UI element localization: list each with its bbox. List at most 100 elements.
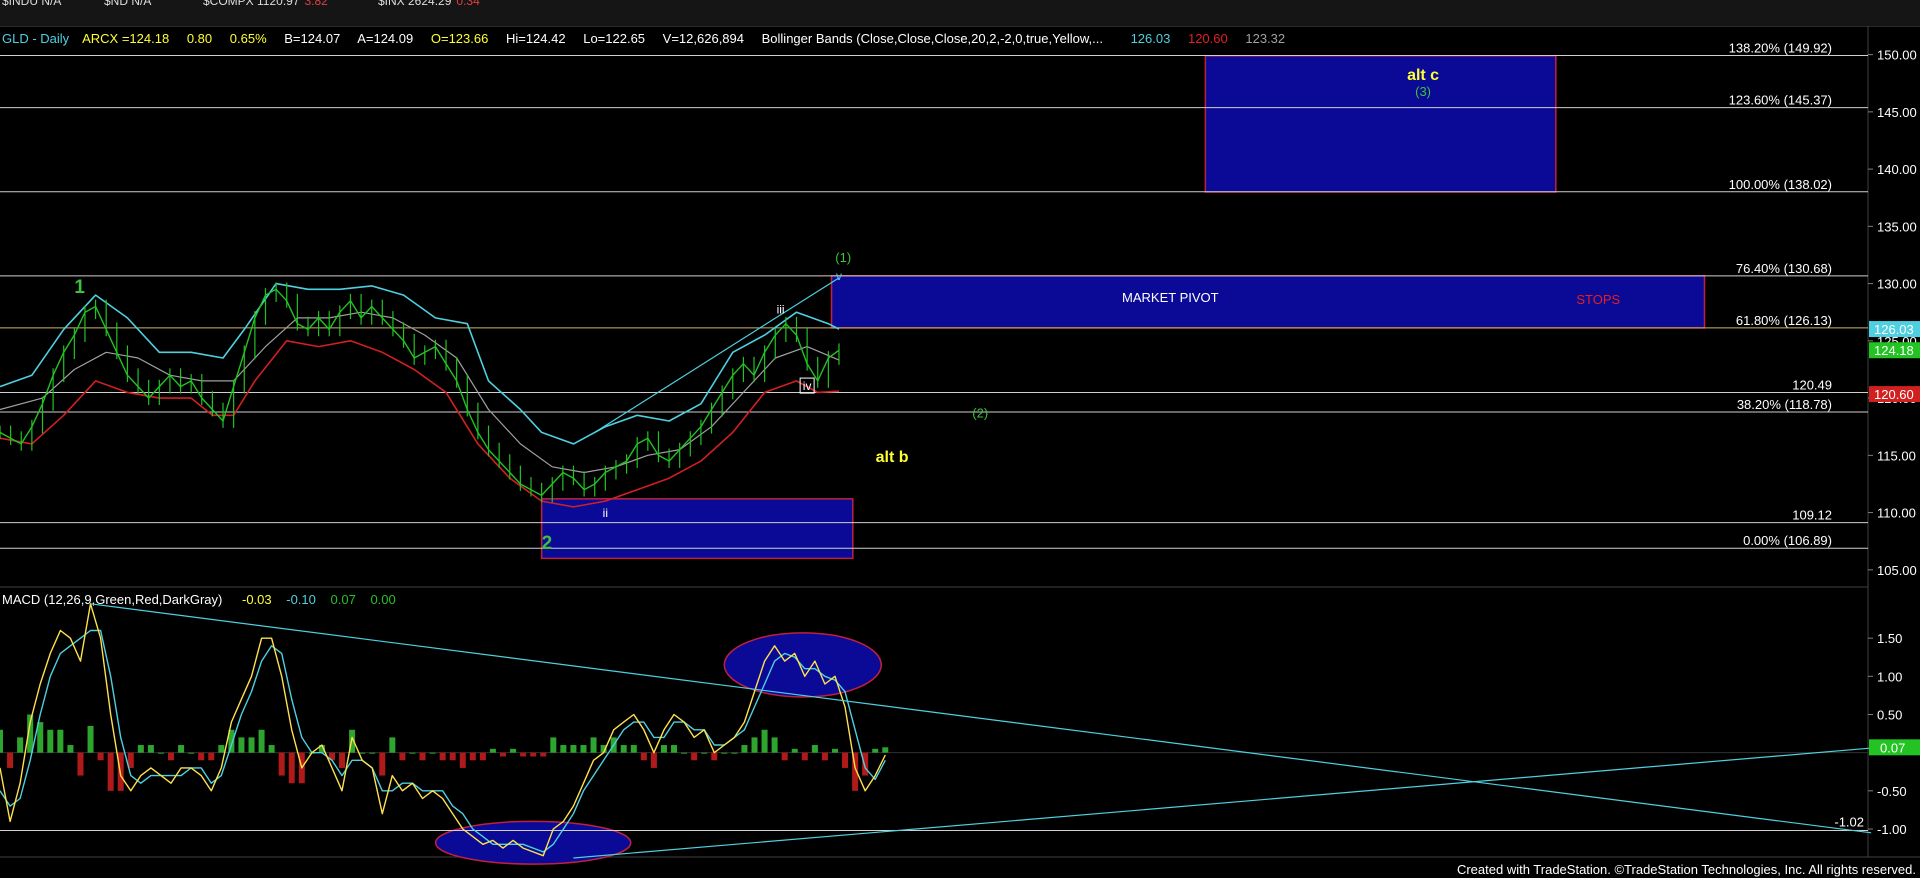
macd-histogram-bar <box>711 752 718 761</box>
wave-label: alt b <box>876 449 909 466</box>
macd-histogram-bar <box>550 737 557 753</box>
y-tick-label: 140.00 <box>1877 162 1917 177</box>
macd-level-label: -1.02 <box>1834 815 1864 830</box>
macd-histogram-bar <box>741 745 748 753</box>
fib-label: 138.20% (149.92) <box>1729 41 1832 56</box>
y-tick-label: 135.00 <box>1877 219 1917 234</box>
fib-label: 100.00% (138.02) <box>1729 177 1832 192</box>
macd-histogram-bar <box>288 752 295 784</box>
wave-label: iii <box>777 302 785 316</box>
macd-histogram-bar <box>660 745 667 753</box>
macd-histogram-bar <box>469 752 476 761</box>
macd-histogram-bar <box>369 752 376 754</box>
macd-trendline <box>573 747 1872 859</box>
macd-badge-label: 0.07 <box>1880 740 1905 755</box>
macd-histogram-bar <box>540 752 547 757</box>
wave-label: MARKET PIVOT <box>1122 290 1219 305</box>
fib-label: 38.20% (118.78) <box>1737 397 1832 412</box>
macd-histogram-bar <box>721 752 728 754</box>
wave-label: 1 <box>74 277 85 298</box>
price-chart[interactable]: 138.20% (149.92) 123.60% (145.37) 100.00% … <box>0 0 1920 878</box>
y-tick-label: 150.00 <box>1877 48 1917 63</box>
fib-label: 0.00% (106.89) <box>1743 533 1832 548</box>
macd-histogram-bar <box>439 752 446 761</box>
macd-histogram-bar <box>821 752 828 761</box>
macd-y-tick-label: 0.50 <box>1877 707 1902 722</box>
macd-histogram-bar <box>459 752 466 768</box>
macd-histogram-bar <box>640 752 647 761</box>
macd-histogram-bar <box>510 748 517 753</box>
macd-histogram-bar <box>590 737 597 753</box>
macd-top-ellipse <box>723 632 883 698</box>
macd-histogram-bar <box>530 752 537 757</box>
macd-histogram-bar <box>419 752 426 761</box>
macd-histogram-bar <box>47 729 54 753</box>
macd-histogram-bar <box>781 752 788 761</box>
fib-label: 120.49 <box>1792 377 1832 392</box>
macd-histogram-bar <box>389 737 396 753</box>
macd-histogram-bar <box>218 745 225 753</box>
macd-histogram-bar <box>791 748 798 753</box>
wave-label: iv <box>803 379 812 393</box>
macd-histogram-bar <box>630 745 637 753</box>
price-badge-label: 124.18 <box>1874 343 1914 358</box>
macd-histogram-bar <box>379 752 386 776</box>
bb-upper-band <box>0 282 840 445</box>
macd-histogram-bar <box>862 752 869 776</box>
price-badge-label: 126.03 <box>1874 322 1914 337</box>
wave-label: (1) <box>835 250 851 265</box>
macd-histogram-bar <box>339 752 346 768</box>
macd-histogram-bar <box>801 752 808 761</box>
macd-histogram-bar <box>278 752 285 776</box>
macd-histogram-bar <box>57 729 64 753</box>
wave-label: v <box>836 269 842 283</box>
macd-histogram-bar <box>449 752 456 761</box>
y-tick-label: 115.00 <box>1877 448 1916 463</box>
macd-histogram-bar <box>67 745 74 753</box>
macd-histogram-bar <box>188 752 195 754</box>
macd-histogram-bar <box>882 747 889 753</box>
macd-histogram-bar <box>107 752 114 791</box>
macd-histogram-bar <box>168 752 175 761</box>
footer-credit: Created with TradeStation. ©TradeStation… <box>1456 862 1916 877</box>
macd-histogram-bar <box>137 745 144 753</box>
macd-trendline <box>90 603 1872 834</box>
wave-label: STOPS <box>1576 292 1620 307</box>
y-tick-label: 145.00 <box>1877 105 1917 120</box>
macd-histogram-bar <box>831 748 838 753</box>
macd-histogram-bar <box>359 752 366 754</box>
macd-histogram-bar <box>178 745 185 753</box>
macd-bottom-ellipse <box>434 820 632 865</box>
wave-label: 2 <box>542 533 553 554</box>
macd-y-tick-label: 1.50 <box>1877 631 1902 646</box>
macd-y-tick-label: -1.00 <box>1877 822 1907 837</box>
macd-histogram-bar <box>620 745 627 753</box>
macd-y-tick-label: -0.50 <box>1877 784 1907 799</box>
wave-label: ii <box>603 506 608 520</box>
macd-histogram-bar <box>208 752 215 761</box>
fib-label: 76.40% (130.68) <box>1736 261 1832 276</box>
macd-histogram-bar <box>842 752 849 768</box>
macd-histogram-bar <box>399 752 406 761</box>
macd-histogram-bar <box>479 752 486 761</box>
macd-histogram-bar <box>258 729 265 753</box>
macd-histogram-bar <box>691 752 698 761</box>
macd-histogram-bar <box>157 752 164 754</box>
macd-histogram-bar <box>671 745 678 753</box>
macd-histogram-bar <box>198 752 205 761</box>
market-pivot-zone <box>830 275 1706 329</box>
macd-histogram-bar <box>500 752 506 757</box>
wave-label: alt c <box>1407 67 1439 84</box>
support-zone <box>540 498 854 560</box>
macd-histogram-bar <box>731 752 738 754</box>
macd-histogram-bar <box>761 729 768 753</box>
macd-histogram-bar <box>268 745 275 753</box>
macd-histogram-bar <box>701 752 708 754</box>
price-pane: 138.20% (149.92) 123.60% (145.37) 100.00% … <box>0 41 1920 578</box>
fib-label: 123.60% (145.37) <box>1729 93 1832 108</box>
macd-histogram-bar <box>147 745 154 753</box>
macd-histogram-bar <box>489 748 496 753</box>
macd-histogram-bar <box>87 725 94 753</box>
y-tick-label: 130.00 <box>1877 277 1917 292</box>
wave-label: (2) <box>972 406 988 421</box>
